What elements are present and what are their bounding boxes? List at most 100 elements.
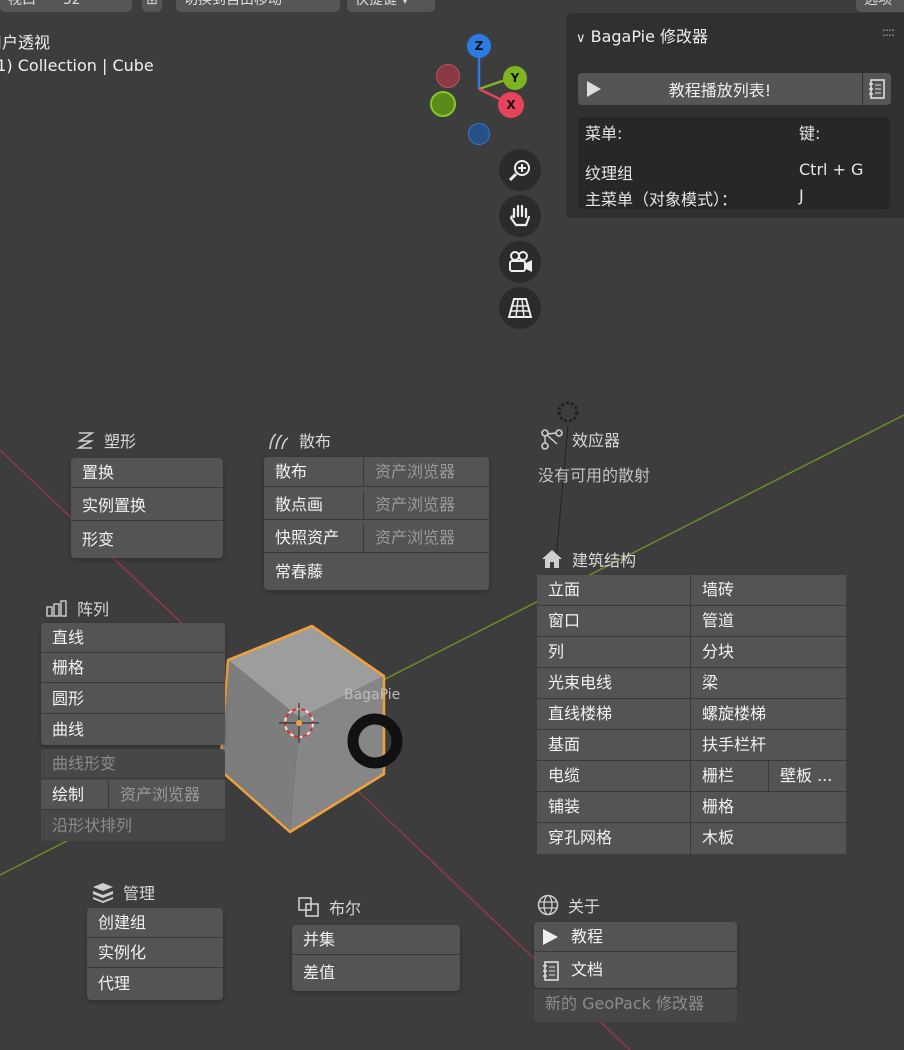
zoom-icon[interactable]	[499, 149, 541, 191]
chevron-down-icon[interactable]: ∨	[576, 31, 586, 46]
array-extra-menu: 曲线形变 绘制 资产浏览器 沿形状排列	[41, 749, 225, 841]
section-deform: 塑形	[76, 428, 136, 452]
menu-item-scatter-paint[interactable]: 散点画	[264, 490, 364, 520]
array-icon	[46, 600, 67, 617]
gizmo-neg-y-ball[interactable]	[430, 91, 456, 117]
arch-item-left[interactable]: 列	[537, 637, 691, 668]
menu-item-snapshot-asset[interactable]: 快照资产	[264, 523, 364, 553]
about-menu: 教程 文档	[534, 922, 737, 988]
menu-item-draw[interactable]: 绘制	[41, 780, 109, 810]
asset-browser-button[interactable]: 资产浏览器	[364, 457, 489, 487]
array-menu: 直线 栅格 圆形 曲线	[41, 623, 225, 745]
arch-item-siding[interactable]: 壁板 ...	[769, 761, 846, 792]
hand-pan-icon[interactable]	[499, 195, 541, 237]
object-name-label: BagaPie	[344, 687, 401, 703]
gizmo-x-ball[interactable]: X	[498, 92, 524, 118]
arch-item-right[interactable]: 扶手栏杆	[691, 730, 846, 761]
menu-item-instance-displace[interactable]: 实例置换	[71, 491, 223, 521]
arch-item-left[interactable]: 铺装	[537, 792, 691, 823]
panel-header[interactable]: ∨ BagaPie 修改器	[576, 23, 708, 47]
view-menu-chip[interactable]: 视口 32	[0, 0, 132, 12]
play-icon	[587, 81, 601, 97]
section-architecture: 建筑结构	[540, 547, 636, 571]
book-icon	[543, 961, 559, 981]
docs-book-button[interactable]	[863, 73, 891, 105]
section-array: 阵列	[45, 596, 109, 620]
arch-item-right[interactable]: 管道	[691, 606, 846, 637]
book-icon	[869, 79, 885, 99]
scatter-icon	[269, 433, 289, 450]
arch-item-right[interactable]: 栅格	[691, 792, 846, 823]
asset-browser-button[interactable]: 资产浏览器	[364, 523, 489, 553]
menu-item-proxy[interactable]: 代理	[87, 969, 223, 999]
gizmo-neg-x-ball[interactable]	[436, 64, 460, 88]
camera-icon[interactable]	[499, 241, 541, 283]
arch-item-left[interactable]: 窗口	[537, 606, 691, 637]
effector-empty-label: 没有可用的散射	[538, 466, 651, 485]
arch-item-right[interactable]: 螺旋楼梯	[691, 699, 846, 730]
menu-item-difference[interactable]: 差值	[292, 958, 460, 988]
asset-browser-button[interactable]: 资产浏览器	[109, 780, 225, 810]
shortcut-info-box: 菜单: 键: 纹理组 Ctrl + G 主菜单（对象模式）： J	[578, 117, 890, 209]
section-scatter: 散布	[267, 428, 331, 452]
menu-item-scatter[interactable]: 散布	[264, 457, 364, 487]
snap-icon[interactable]: ⊞	[142, 0, 162, 12]
deform-menu: 置换 实例置换 形变	[71, 458, 223, 558]
deform-icon	[76, 432, 95, 449]
arch-item-left[interactable]: 基面	[537, 730, 691, 761]
collection-path-label: (1) Collection | Cube	[0, 56, 154, 75]
menu-item-union[interactable]: 并集	[292, 925, 460, 955]
new-geopack-item: 新的 GeoPack 修改器	[545, 994, 705, 1013]
menu-item-displace[interactable]: 置换	[71, 458, 223, 488]
menu-item-grid[interactable]: 栅格	[41, 653, 225, 683]
grid-perspective-icon[interactable]	[499, 287, 541, 329]
arch-item-right[interactable]: 木板	[691, 823, 846, 854]
gizmo-z-ball[interactable]: Z	[467, 34, 491, 58]
shortcut-key: Ctrl + G	[799, 160, 864, 179]
section-boolean: 布尔	[297, 895, 361, 919]
boolean-icon	[298, 897, 319, 917]
asset-browser-button[interactable]: 资产浏览器	[364, 490, 489, 520]
arch-item-left[interactable]: 直线楼梯	[537, 699, 691, 730]
drag-handle-icon[interactable]: ::::	[882, 25, 895, 39]
menu-item-ivy[interactable]: 常春藤	[264, 557, 489, 587]
globe-icon	[537, 894, 559, 916]
section-manage: 管理	[91, 880, 155, 904]
play-icon	[543, 929, 558, 945]
arch-item-left[interactable]: 穿孔网格	[537, 823, 691, 854]
docs-button[interactable]: 文档	[534, 955, 737, 985]
arch-item-left[interactable]: 电缆	[537, 761, 691, 792]
along-shape-item: 沿形状排列	[52, 816, 133, 835]
gizmo-neg-z-ball[interactable]	[468, 123, 490, 145]
bagapie-sidebar-panel: ∨ BagaPie 修改器 :::: 教程播放列表! 菜单: 键: 纹理组 Ct…	[566, 13, 904, 218]
menu-item-morph[interactable]: 形变	[71, 525, 223, 555]
tutorial-button[interactable]: 教程	[534, 922, 737, 952]
menu-item-curve[interactable]: 曲线	[41, 715, 225, 745]
arch-item-right[interactable]: 墙砖	[691, 575, 846, 606]
arch-item-left[interactable]: 立面	[537, 575, 691, 606]
shortcut-key: J	[799, 186, 804, 205]
hotkey-dropdown[interactable]: 快捷键 ▾	[347, 0, 435, 12]
section-effector: 效应器	[540, 427, 620, 451]
about-extra: 新的 GeoPack 修改器	[534, 989, 737, 1022]
nav-mode-button[interactable]: 切换到自由移动	[176, 0, 340, 12]
key-header: 键:	[799, 124, 821, 143]
options-dropdown[interactable]: 选项	[856, 0, 904, 12]
menu-item-instantiate[interactable]: 实例化	[87, 938, 223, 968]
panel-title: BagaPie 修改器	[590, 27, 709, 46]
arch-item-right[interactable]: 分块	[691, 637, 846, 668]
header-bar: 视口 32 ⊞ 切换到自由移动 快捷键 ▾ 选项	[0, 0, 904, 14]
architecture-menu: 立面 墙砖 窗口 管道列分块 光束电线梁直线楼梯 螺旋楼梯 基面 扶手栏杆 电缆 栅栏 壁板 ...…	[537, 575, 846, 854]
arch-item-left[interactable]: 光束电线	[537, 668, 691, 699]
gizmo-y-ball[interactable]: Y	[503, 66, 527, 90]
menu-item-circle[interactable]: 圆形	[41, 684, 225, 714]
3d-viewport[interactable]: 视口 32 ⊞ 切换到自由移动 快捷键 ▾ 选项 用户透视 (1) Collec…	[0, 0, 904, 1050]
tutorial-playlist-button[interactable]: 教程播放列表!	[578, 73, 862, 105]
menu-item-create-group[interactable]: 创建组	[87, 908, 223, 938]
section-about: 关于	[536, 893, 600, 917]
arch-item-right[interactable]: 梁	[691, 668, 846, 699]
boolean-menu: 并集 差值	[292, 925, 460, 991]
menu-item-line[interactable]: 直线	[41, 623, 225, 653]
arch-item-right[interactable]: 栅栏	[691, 761, 769, 792]
curve-deform-item: 曲线形变	[41, 749, 225, 779]
